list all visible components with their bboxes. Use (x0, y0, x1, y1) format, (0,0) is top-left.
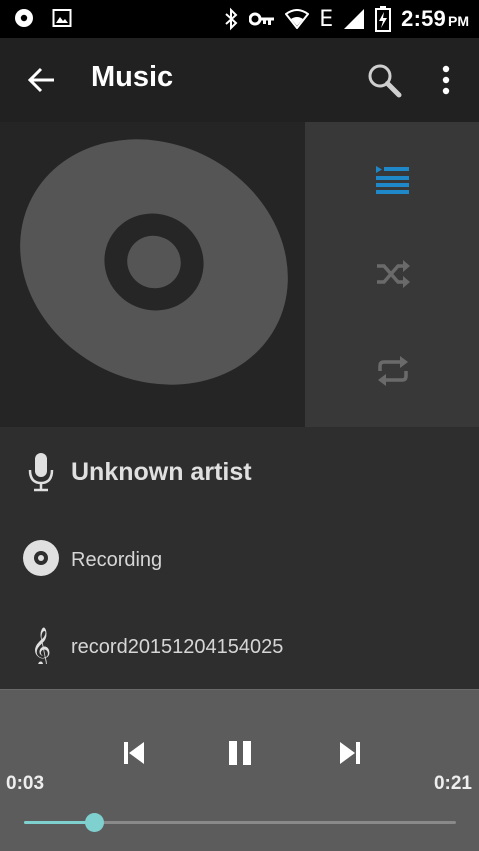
elapsed-time: 0:03 (6, 773, 45, 794)
clock-ampm: PM (448, 13, 469, 29)
status-bar: E 2:59 PM (0, 0, 479, 38)
microphone-icon (28, 453, 54, 492)
artist-row: Unknown artist (0, 427, 479, 513)
previous-icon[interactable] (120, 738, 150, 768)
battery-charging-icon (375, 6, 392, 32)
network-type: E (319, 6, 334, 32)
playback-controls: 0:03 0:21 (0, 689, 479, 851)
app-bar: Music (0, 38, 479, 122)
artist-name: Unknown artist (71, 458, 252, 486)
seek-bar[interactable] (24, 813, 456, 832)
pause-icon[interactable] (225, 738, 255, 768)
arrow-left-icon[interactable] (26, 64, 58, 96)
page-title: Music (91, 61, 174, 93)
seek-progress (24, 821, 95, 824)
track-info: Unknown artist Recording 𝄞 record2015120… (0, 427, 479, 689)
notification-icon (15, 9, 33, 27)
side-action-panel (305, 122, 479, 427)
next-icon[interactable] (334, 738, 364, 768)
signal-icon (344, 9, 365, 29)
treble-clef-icon: 𝄞 (31, 627, 51, 664)
disc-icon (20, 139, 288, 385)
total-duration: 0:21 (433, 773, 472, 794)
repeat-icon[interactable] (375, 355, 411, 387)
gallery-icon (52, 9, 72, 27)
playlist-icon[interactable] (375, 164, 411, 196)
cd-icon (23, 540, 59, 576)
svg-text:𝄞: 𝄞 (31, 627, 51, 664)
clock: 2:59 (401, 6, 446, 31)
album-art (0, 122, 305, 427)
wifi-icon (285, 9, 310, 29)
title-row: 𝄞 record20151204154025 (0, 599, 479, 685)
album-name: Recording (71, 549, 163, 571)
seek-thumb[interactable] (84, 813, 104, 832)
search-icon[interactable] (366, 62, 402, 98)
album-row: Recording (0, 513, 479, 599)
shuffle-icon[interactable] (375, 258, 411, 290)
bluetooth-icon (225, 7, 238, 31)
vpn-key-icon (249, 12, 275, 26)
track-title: record20151204154025 (71, 636, 284, 658)
more-vert-icon[interactable] (436, 64, 456, 96)
